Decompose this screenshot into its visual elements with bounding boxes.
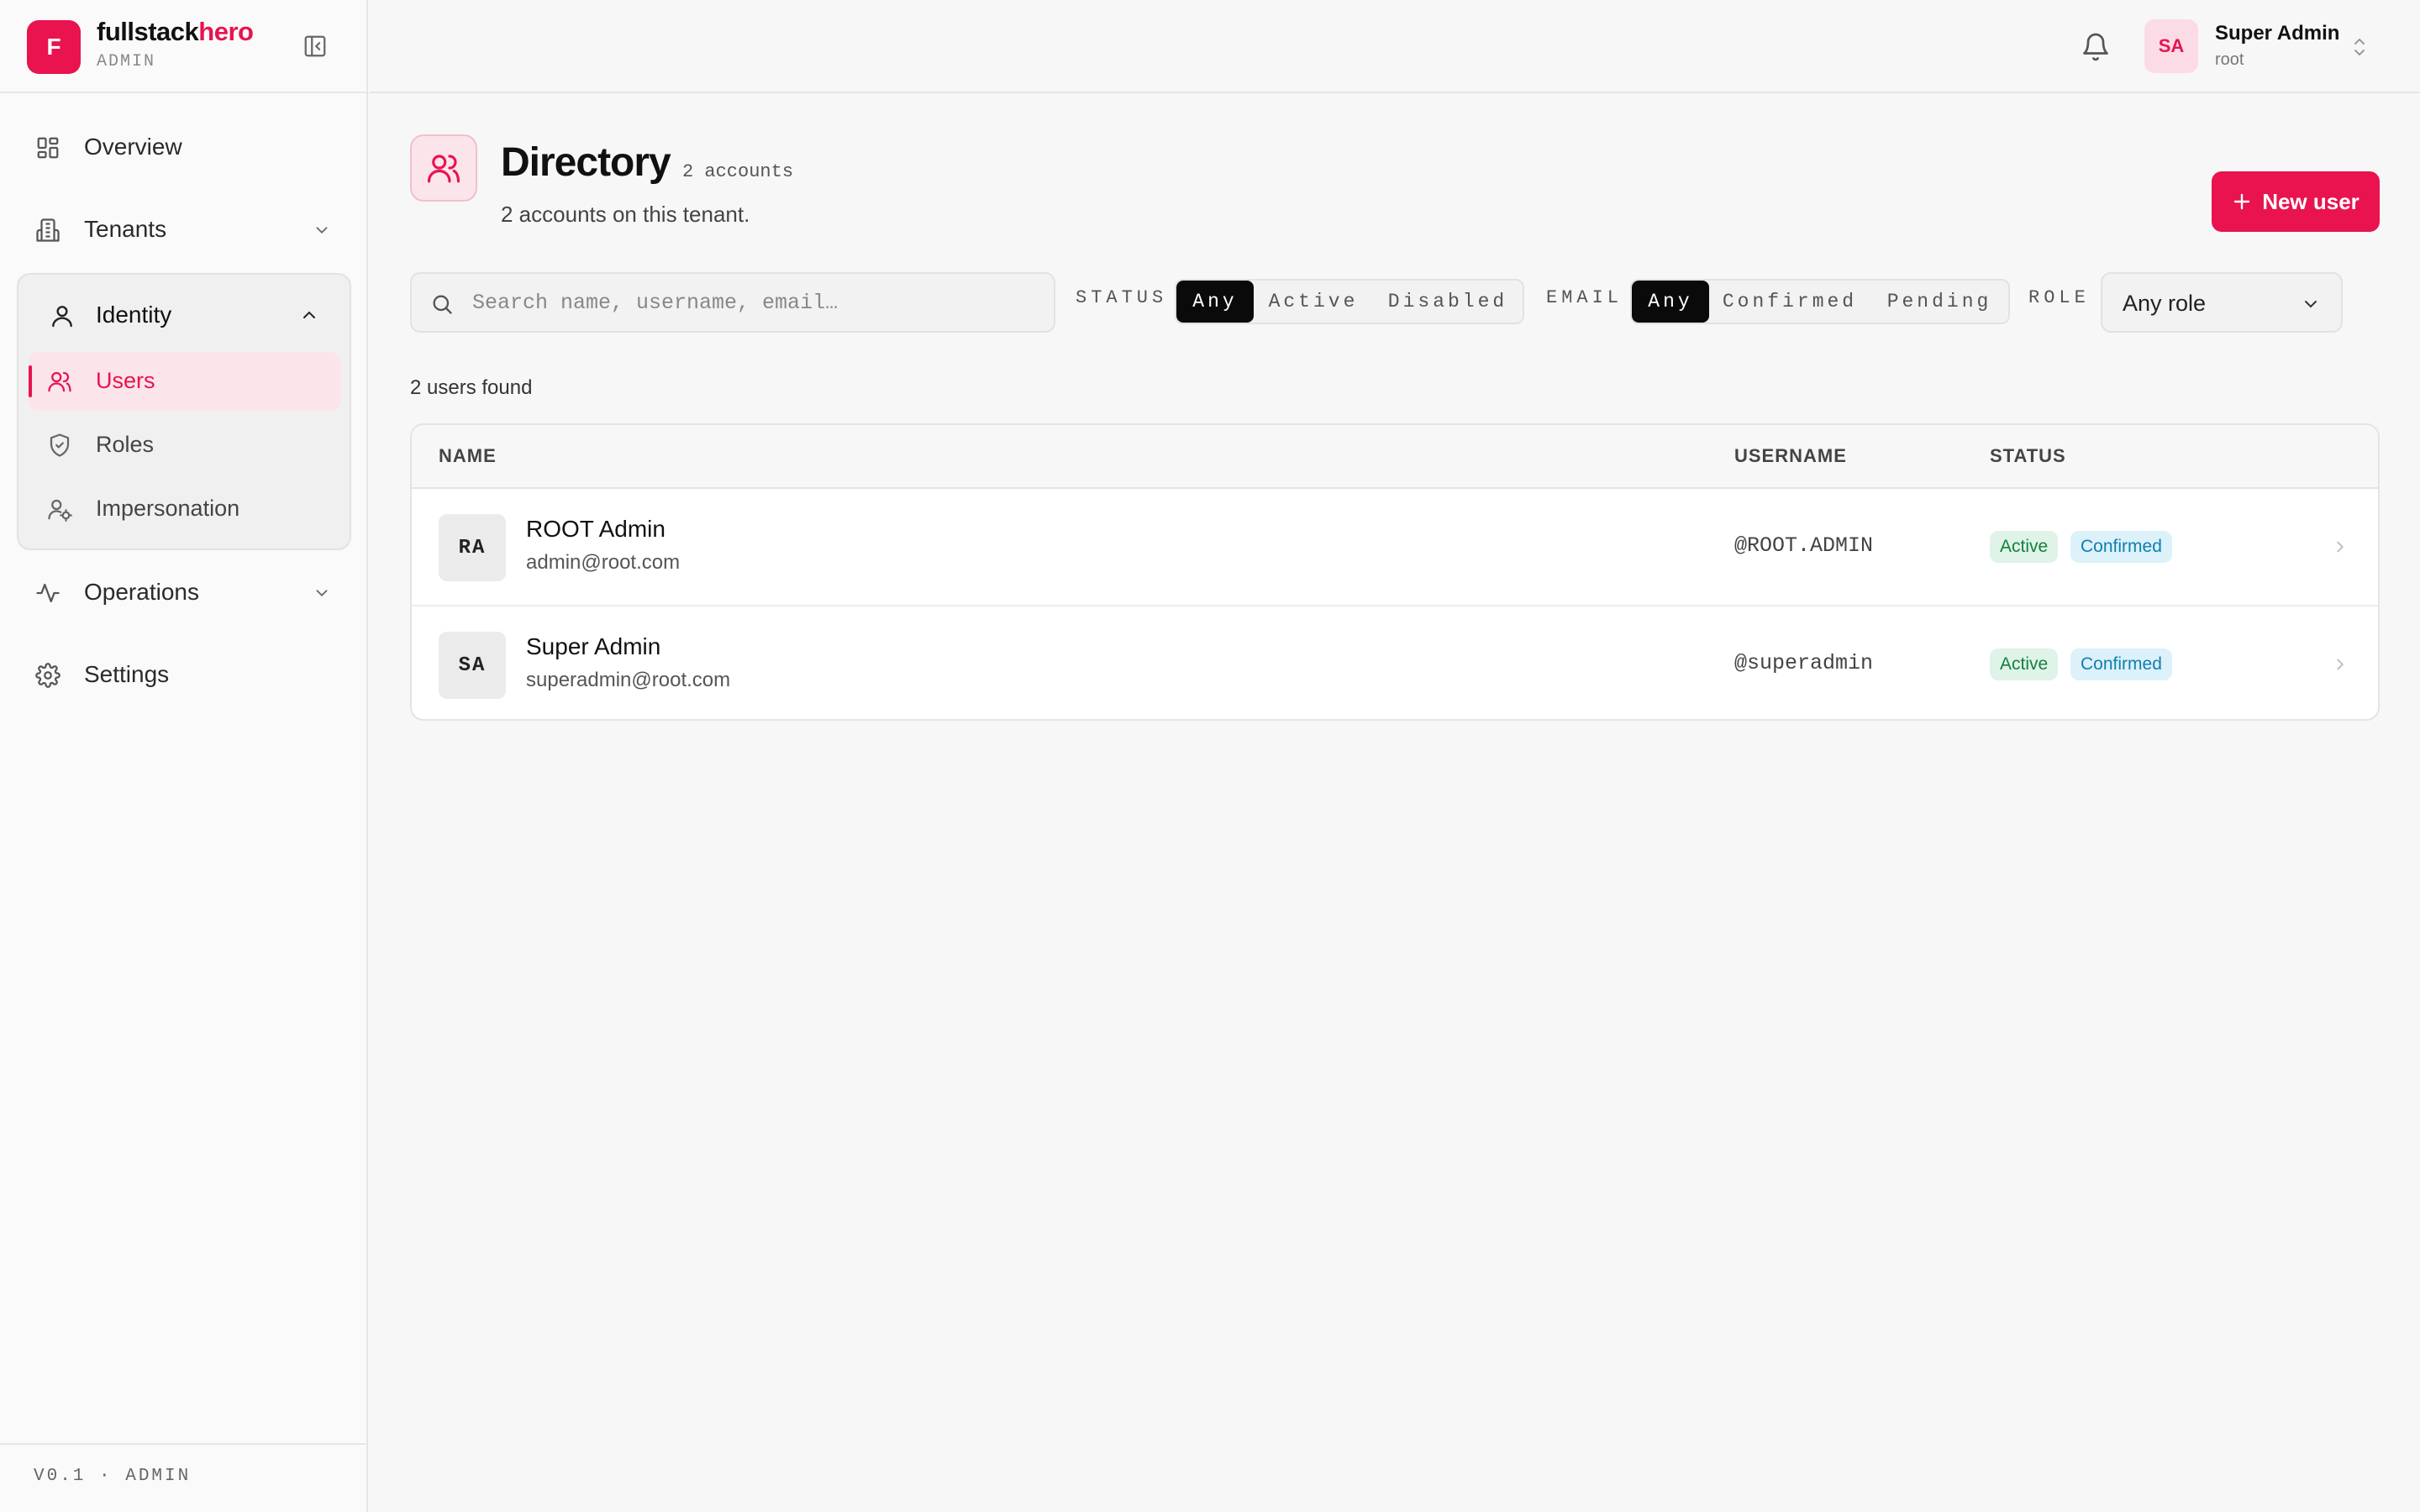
shield-icon: [50, 433, 70, 457]
chevron-down-icon: [2305, 301, 2317, 308]
nav-group-identity: Identity Users Roles Impersonation: [17, 273, 351, 550]
sidebar: F fullstackhero ADMIN Overview Tenants I…: [0, 0, 368, 1512]
brand-name-part2: hero: [198, 17, 254, 46]
gear-icon: [35, 663, 60, 688]
user-cog-icon: [48, 499, 72, 522]
chevron-right-icon[interactable]: [2331, 538, 2349, 556]
email-filter-label: EMAIL: [1546, 287, 1623, 308]
search-icon: [433, 295, 452, 314]
role-select-value: Any role: [2123, 291, 2207, 316]
page-account-count: 2 accounts: [682, 161, 794, 182]
panel-collapse-icon: [304, 35, 326, 57]
nav-sub-roles-label: Roles: [96, 432, 155, 457]
user-row-name: Super Admin: [526, 633, 661, 659]
nav-identity-label: Identity: [96, 302, 172, 328]
sidebar-footer-version: V0.1 · ADMIN: [0, 1443, 366, 1512]
user-icon: [52, 306, 72, 328]
status-option-any[interactable]: Any: [1176, 281, 1254, 323]
nav-operations[interactable]: Operations: [20, 563, 348, 622]
building-icon: [36, 218, 60, 242]
chevron-up-icon: [303, 311, 315, 318]
brand-logo[interactable]: F: [27, 20, 81, 74]
chevron-down-icon: [316, 227, 328, 234]
app-root: F fullstackhero ADMIN Overview Tenants I…: [0, 0, 2420, 1512]
table-row[interactable]: RA ROOT Admin admin@root.com @ROOT.ADMIN…: [412, 489, 2378, 605]
page-subtitle: 2 accounts on this tenant.: [501, 202, 750, 227]
nav-sub-users[interactable]: Users: [29, 352, 341, 411]
nav-settings[interactable]: Settings: [20, 645, 348, 704]
users-icon: [427, 155, 460, 183]
brand-name-part1: fullstack: [97, 17, 199, 46]
status-badge-active: Active: [1990, 648, 2059, 680]
plus-icon: [2233, 193, 2250, 210]
user-row-avatar: RA: [439, 514, 506, 581]
brand-name: fullstackhero: [97, 17, 254, 47]
email-option-pending[interactable]: Pending: [1870, 281, 2008, 323]
email-filter: Any Confirmed Pending: [1630, 279, 2010, 324]
status-filter-label: STATUS: [1076, 287, 1168, 308]
user-tenant: root: [2215, 50, 2244, 69]
chevron-up-down-icon[interactable]: [2349, 34, 2370, 60]
topbar: [370, 0, 2420, 93]
chevron-down-icon: [316, 590, 328, 597]
status-filter: Any Active Disabled: [1175, 279, 1524, 324]
status-badge-confirmed: Confirmed: [2070, 648, 2172, 680]
page-title: Directory: [501, 140, 671, 185]
email-option-any[interactable]: Any: [1632, 281, 1709, 323]
bell-icon[interactable]: [2081, 32, 2111, 62]
nav-overview-label: Overview: [84, 134, 182, 160]
user-row-name: ROOT Admin: [526, 516, 666, 542]
chevron-right-icon[interactable]: [2331, 655, 2349, 674]
results-count: 2 users found: [410, 376, 533, 399]
page-header-icon: [410, 134, 477, 202]
table-row[interactable]: SA Super Admin superadmin@root.com @supe…: [412, 605, 2378, 719]
nav-sub-impersonation-label: Impersonation: [96, 496, 240, 521]
status-badge-active: Active: [1990, 531, 2059, 563]
nav-settings-label: Settings: [84, 661, 170, 687]
grid-icon: [37, 137, 59, 159]
user-name[interactable]: Super Admin: [2215, 22, 2339, 45]
role-select[interactable]: Any role: [2101, 272, 2343, 333]
nav-overview[interactable]: Overview: [20, 118, 348, 176]
table-header: NAME USERNAME STATUS: [412, 425, 2378, 489]
user-row-username: @superadmin: [1734, 651, 1874, 675]
user-avatar[interactable]: SA: [2144, 19, 2198, 73]
users-icon: [48, 371, 71, 392]
user-row-email: admin@root.com: [526, 551, 681, 574]
user-row-username: @ROOT.ADMIN: [1734, 533, 1874, 558]
nav-sub-roles[interactable]: Roles: [29, 416, 341, 475]
new-user-label: New user: [2262, 188, 2360, 214]
status-option-active[interactable]: Active: [1254, 281, 1373, 323]
nav-operations-label: Operations: [84, 579, 199, 605]
nav-tenants-label: Tenants: [84, 216, 167, 242]
brand-sub: ADMIN: [97, 52, 156, 71]
users-table: NAME USERNAME STATUS RA ROOT Admin admin…: [410, 423, 2380, 721]
search-input[interactable]: [472, 286, 1044, 319]
sidebar-collapse-button[interactable]: [301, 32, 329, 60]
nav-sub-users-label: Users: [96, 368, 155, 393]
brand-header: F fullstackhero ADMIN: [0, 0, 368, 93]
user-row-avatar: SA: [439, 632, 506, 699]
nav-tenants[interactable]: Tenants: [20, 200, 348, 259]
status-badge-confirmed: Confirmed: [2070, 531, 2172, 563]
column-header-name[interactable]: NAME: [439, 445, 497, 467]
column-header-status[interactable]: STATUS: [1990, 445, 2066, 467]
nav-sub-impersonation[interactable]: Impersonation: [29, 480, 341, 538]
new-user-button[interactable]: New user: [2212, 171, 2380, 232]
user-row-email: superadmin@root.com: [526, 669, 731, 691]
nav-identity[interactable]: Identity: [18, 291, 350, 339]
activity-icon: [36, 583, 60, 603]
column-header-username[interactable]: USERNAME: [1734, 445, 1847, 467]
status-option-disabled[interactable]: Disabled: [1373, 281, 1523, 323]
email-option-confirmed[interactable]: Confirmed: [1709, 281, 1870, 323]
role-filter-label: ROLE: [2028, 287, 2090, 308]
search-box: [410, 272, 1055, 333]
